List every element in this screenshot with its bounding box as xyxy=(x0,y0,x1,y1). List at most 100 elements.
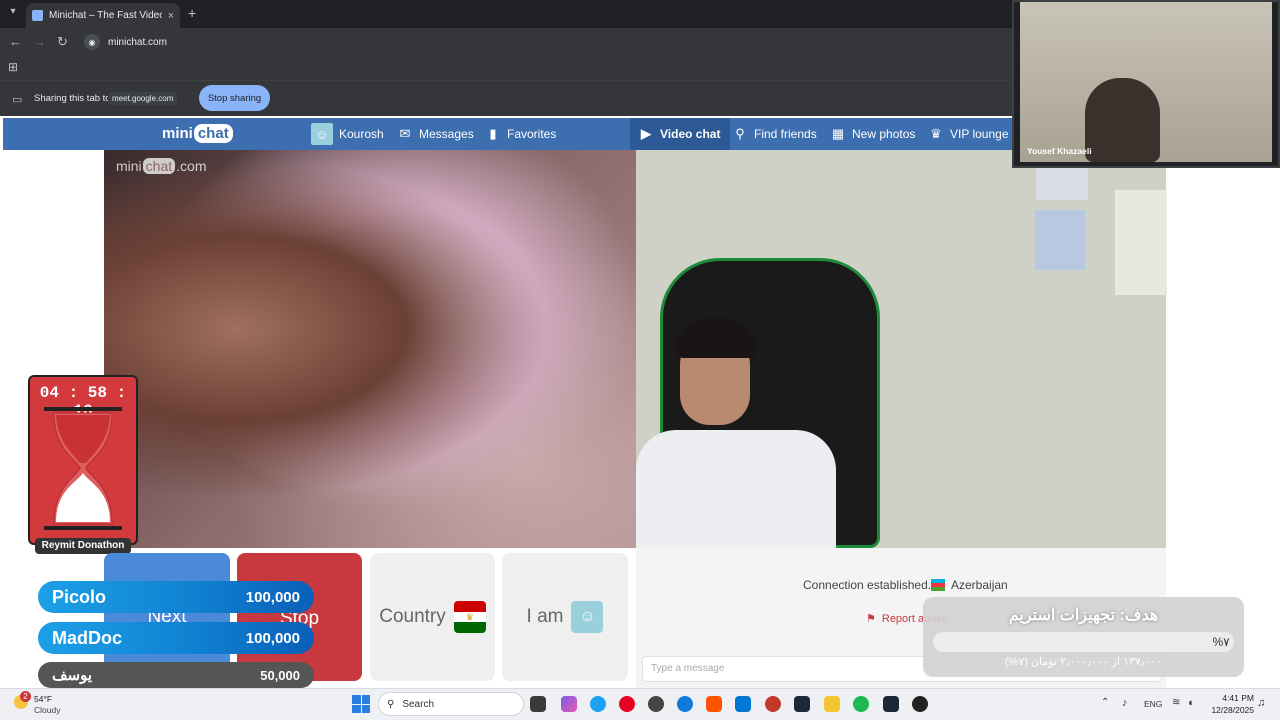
nav-messages-label: Messages xyxy=(419,127,474,141)
bookmark-icon: ▮ xyxy=(489,126,497,141)
tab-search-icon[interactable]: ▾ xyxy=(6,6,20,20)
donation-amount: 50,000 xyxy=(260,667,300,683)
clock-date[interactable]: 12/28/2025 xyxy=(1204,705,1254,715)
wifi-icon[interactable]: ≋ xyxy=(1172,697,1180,708)
reload-icon[interactable]: ↻ xyxy=(57,34,68,50)
tray-overflow-icon[interactable]: ⌃ xyxy=(1101,697,1109,708)
steam-icon[interactable] xyxy=(883,696,899,712)
nav-favorites-label: Favorites xyxy=(507,127,557,141)
nav-profile[interactable]: ☺ Kourosh xyxy=(311,118,384,150)
app-icon[interactable] xyxy=(912,696,928,712)
tajikistan-flag-icon: ♛ xyxy=(453,601,486,633)
input-language[interactable]: ENG xyxy=(1144,699,1162,709)
male-user-icon: ☺ xyxy=(571,601,604,633)
new-tab-button[interactable]: + xyxy=(188,5,196,21)
goal-title: هدف: تجهیزات استریم xyxy=(1008,607,1159,624)
url-text: minichat.com xyxy=(108,36,167,48)
browser-tab[interactable]: Minichat – The Fast Video C × xyxy=(26,3,180,28)
country-filter-button[interactable]: Country ♛ xyxy=(370,553,495,681)
steam-icon[interactable] xyxy=(794,696,810,712)
nav-video-chat[interactable]: ▶ Video chat xyxy=(630,118,731,150)
donation-row: یوسف 50,000 xyxy=(38,662,314,688)
clock-time[interactable]: 4:41 PM xyxy=(1212,693,1254,703)
video-camera-icon: ▶ xyxy=(641,126,651,141)
partner-country: Azerbaijan xyxy=(951,578,1008,592)
nav-messages[interactable]: ✉ Messages xyxy=(397,118,474,150)
notification-badge: 2 xyxy=(20,691,31,702)
apps-grid-icon[interactable]: ⊞ xyxy=(8,60,18,74)
site-info-icon[interactable]: ◉ xyxy=(84,34,100,50)
hourglass-icon xyxy=(50,411,116,531)
windows-start-icon[interactable] xyxy=(352,695,370,713)
pinterest-icon[interactable] xyxy=(619,696,635,712)
chrome-icon[interactable] xyxy=(590,696,606,712)
country-button-label: Country xyxy=(379,606,446,627)
store-icon[interactable] xyxy=(735,696,751,712)
i-am-label: I am xyxy=(526,606,564,627)
watermark-mini: mini xyxy=(116,158,142,174)
nav-vip-lounge[interactable]: ♛ VIP lounge xyxy=(928,118,1008,150)
nav-video-chat-label: Video chat xyxy=(660,127,721,141)
edge-icon[interactable] xyxy=(677,696,693,712)
tab-title: Minichat – The Fast Video C xyxy=(49,10,162,21)
share-target-chip[interactable]: meet.google.com xyxy=(108,92,178,105)
user-avatar-icon: ☺ xyxy=(311,123,333,145)
donation-row: MadDoc 100,000 xyxy=(38,622,314,654)
microphone-icon[interactable]: ♪ xyxy=(1122,697,1128,709)
photo-grid-icon: ▦ xyxy=(831,126,845,141)
wall-poster xyxy=(1035,210,1085,270)
connection-status: Connection established. xyxy=(803,578,932,592)
app-icon[interactable] xyxy=(648,696,664,712)
back-icon[interactable]: ← xyxy=(9,34,22,49)
minichat-favicon-icon xyxy=(32,10,43,21)
envelope-icon: ✉ xyxy=(399,126,411,141)
forward-icon[interactable]: → xyxy=(33,34,46,49)
volume-icon[interactable]: ◖ xyxy=(1187,697,1194,709)
taskbar-search[interactable]: ⚲ Search xyxy=(378,692,524,716)
hourglass-bottom-bar xyxy=(44,526,122,530)
nav-new-photos-label: New photos xyxy=(852,127,916,141)
donor-name: یوسف xyxy=(52,667,93,684)
copilot-icon[interactable] xyxy=(561,696,577,712)
gender-select-button[interactable]: I am ☺ xyxy=(502,553,628,681)
wall-poster xyxy=(1115,190,1167,295)
nav-favorites[interactable]: ▮ Favorites xyxy=(485,118,556,150)
task-view-icon[interactable] xyxy=(530,696,546,712)
donor-name: Picolo xyxy=(52,586,107,607)
partner-body xyxy=(636,430,836,548)
weather-temperature[interactable]: 54°F xyxy=(34,694,52,704)
nav-profile-label: Kourosh xyxy=(339,127,384,141)
file-explorer-icon[interactable] xyxy=(824,696,840,712)
azerbaijan-flag-icon xyxy=(931,579,945,591)
screen-share-icon: ▭ xyxy=(12,94,23,106)
video-watermark: mini chat .com xyxy=(116,158,206,174)
url-field[interactable]: ◉ minichat.com xyxy=(80,31,1010,53)
meet-participant-name: Yousef Khazaeli xyxy=(1027,146,1092,156)
meet-participant-figure xyxy=(1085,78,1160,162)
search-icon: ⚲ xyxy=(387,698,395,710)
goal-subtitle: ۱۳۷٫۰۰۰ از ۲٫۰۰۰٫۰۰۰ تومان (۷%) xyxy=(1004,656,1163,668)
minichat-logo[interactable]: mini chat xyxy=(162,121,233,145)
weather-description[interactable]: Cloudy xyxy=(34,705,60,715)
nav-find-friends[interactable]: ⚲ Find friends xyxy=(732,118,817,150)
donation-row: Picolo 100,000 xyxy=(38,581,314,613)
logo-chat: chat xyxy=(193,123,233,143)
flag-icon: ⚑ xyxy=(866,613,876,625)
stop-sharing-button[interactable]: Stop sharing xyxy=(199,85,270,111)
spotify-icon[interactable] xyxy=(853,696,869,712)
tab-close-icon[interactable]: × xyxy=(168,10,174,22)
crown-icon: ♛ xyxy=(930,126,942,141)
taskbar-search-label: Search xyxy=(402,698,435,710)
goal-progress-bar xyxy=(933,632,1234,652)
app-icon[interactable] xyxy=(765,696,781,712)
timer-label: Reymit Donathon xyxy=(35,538,131,554)
nav-new-photos[interactable]: ▦ New photos xyxy=(830,118,916,150)
donor-name: MadDoc xyxy=(52,627,123,648)
notification-bell-icon[interactable]: ♫ xyxy=(1257,697,1265,709)
donation-amount: 100,000 xyxy=(245,629,300,647)
watermark-chat: chat xyxy=(142,158,176,174)
nav-find-friends-label: Find friends xyxy=(754,127,817,141)
sharing-text: Sharing this tab to xyxy=(34,93,111,104)
soundcloud-icon[interactable] xyxy=(706,696,722,712)
own-video-feed xyxy=(104,150,636,548)
